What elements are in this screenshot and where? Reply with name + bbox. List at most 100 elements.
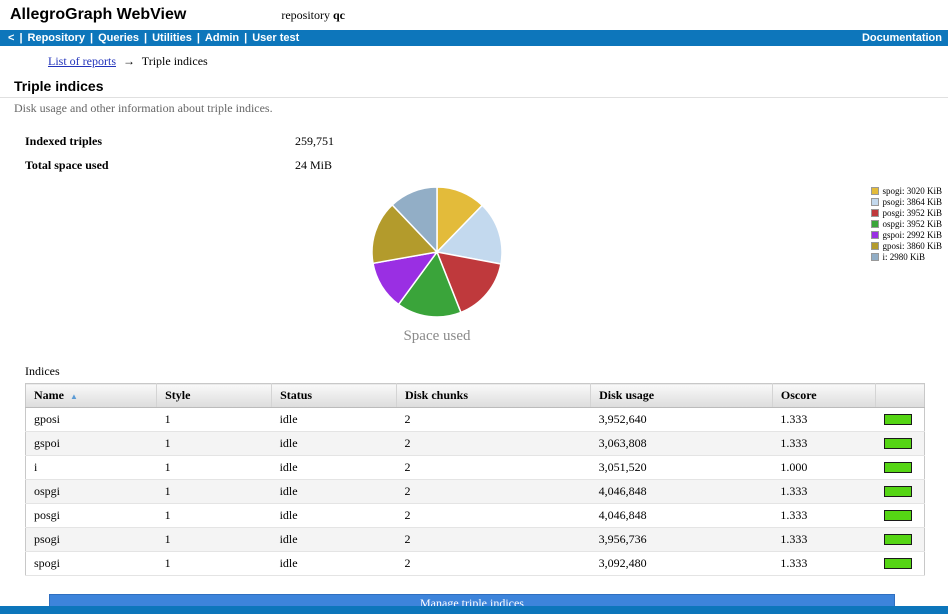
- usage-bar-indicator: [884, 510, 912, 521]
- cell-style: 1: [157, 456, 272, 480]
- indices-section-label: Indices: [25, 364, 948, 379]
- cell-disk_chunks: 2: [396, 432, 590, 456]
- stat-indexed-triples: Indexed triples 259,751: [25, 134, 948, 149]
- cell-status: idle: [272, 432, 397, 456]
- legend-label: gposi: 3860 KiB: [882, 241, 942, 251]
- cell-name: psogi: [26, 528, 157, 552]
- cell-usage-bar: [876, 408, 925, 432]
- cell-status: idle: [272, 552, 397, 576]
- column-header-bar[interactable]: [876, 384, 925, 408]
- cell-name: spogi: [26, 552, 157, 576]
- cell-status: idle: [272, 480, 397, 504]
- nav-item-utilities[interactable]: Utilities: [150, 32, 194, 44]
- cell-disk_usage: 3,063,808: [591, 432, 773, 456]
- column-header-status[interactable]: Status: [272, 384, 397, 408]
- legend-item-i: i: 2980 KiB: [871, 252, 942, 262]
- chart-legend: spogi: 3020 KiBpsogi: 3864 KiBposgi: 395…: [871, 186, 942, 263]
- nav-items: |Repository|Queries|Utilities|Admin|User…: [16, 32, 301, 44]
- stat-total-space-used: Total space used 24 MiB: [25, 158, 948, 173]
- top-bar: AllegroGraph WebView repository qc: [0, 0, 948, 30]
- cell-name: posgi: [26, 504, 157, 528]
- legend-label: spogi: 3020 KiB: [882, 186, 942, 196]
- nav-separator: |: [16, 32, 25, 44]
- legend-item-spogi: spogi: 3020 KiB: [871, 186, 942, 196]
- column-header-oscore[interactable]: Oscore: [772, 384, 876, 408]
- table-row-psogi: psogi1idle23,956,7361.333: [26, 528, 925, 552]
- cell-style: 1: [157, 504, 272, 528]
- page-subtitle: Disk usage and other information about t…: [14, 101, 948, 116]
- sort-asc-icon: ▲: [70, 392, 78, 401]
- table-body: gposi1idle23,952,6401.333gspoi1idle23,06…: [26, 408, 925, 576]
- usage-bar-indicator: [884, 534, 912, 545]
- cell-usage-bar: [876, 480, 925, 504]
- summary-stats: Indexed triples 259,751 Total space used…: [25, 134, 948, 173]
- nav-item-repository[interactable]: Repository: [26, 32, 87, 44]
- cell-oscore: 1.333: [772, 480, 876, 504]
- cell-disk_chunks: 2: [396, 480, 590, 504]
- column-header-name[interactable]: Name▲: [26, 384, 157, 408]
- cell-style: 1: [157, 408, 272, 432]
- table-row-gspoi: gspoi1idle23,063,8081.333: [26, 432, 925, 456]
- breadcrumb: List of reports → Triple indices: [48, 54, 948, 69]
- nav-item-user-test[interactable]: User test: [250, 32, 301, 44]
- legend-item-gposi: gposi: 3860 KiB: [871, 241, 942, 251]
- cell-oscore: 1.333: [772, 408, 876, 432]
- cell-usage-bar: [876, 456, 925, 480]
- legend-item-psogi: psogi: 3864 KiB: [871, 197, 942, 207]
- indices-table: Name▲StyleStatusDisk chunksDisk usageOsc…: [25, 383, 925, 576]
- stat-value: 259,751: [295, 134, 334, 148]
- table-row-ospgi: ospgi1idle24,046,8481.333: [26, 480, 925, 504]
- repository-label: repository: [281, 8, 330, 22]
- cell-style: 1: [157, 528, 272, 552]
- cell-disk_chunks: 2: [396, 408, 590, 432]
- cell-status: idle: [272, 504, 397, 528]
- legend-color-chip: [871, 231, 879, 239]
- nav-separator: |: [241, 32, 250, 44]
- nav-separator: |: [141, 32, 150, 44]
- app-title: AllegroGraph WebView: [10, 6, 186, 24]
- usage-bar-indicator: [884, 414, 912, 425]
- stat-label: Indexed triples: [25, 134, 292, 149]
- column-header-style[interactable]: Style: [157, 384, 272, 408]
- nav-separator: |: [87, 32, 96, 44]
- table-row-i: i1idle23,051,5201.000: [26, 456, 925, 480]
- nav-item-admin[interactable]: Admin: [203, 32, 241, 44]
- main-nav: < |Repository|Queries|Utilities|Admin|Us…: [0, 30, 948, 46]
- legend-label: i: 2980 KiB: [882, 252, 925, 262]
- page-title: Triple indices: [14, 78, 948, 94]
- cell-name: gposi: [26, 408, 157, 432]
- legend-label: posgi: 3952 KiB: [882, 208, 942, 218]
- cell-oscore: 1.333: [772, 528, 876, 552]
- cell-usage-bar: [876, 432, 925, 456]
- cell-disk_usage: 3,051,520: [591, 456, 773, 480]
- back-chevron-icon[interactable]: <: [6, 32, 16, 44]
- usage-bar-indicator: [884, 486, 912, 497]
- pie-chart: [367, 182, 507, 322]
- cell-oscore: 1.333: [772, 552, 876, 576]
- legend-color-chip: [871, 209, 879, 217]
- cell-disk_chunks: 2: [396, 456, 590, 480]
- cell-disk_usage: 3,956,736: [591, 528, 773, 552]
- stat-value: 24 MiB: [295, 158, 332, 172]
- legend-item-gspoi: gspoi: 2992 KiB: [871, 230, 942, 240]
- cell-disk_chunks: 2: [396, 528, 590, 552]
- breadcrumb-link-list-of-reports[interactable]: List of reports: [48, 54, 116, 68]
- stat-label: Total space used: [25, 158, 292, 173]
- cell-oscore: 1.333: [772, 504, 876, 528]
- column-header-disk-usage[interactable]: Disk usage: [591, 384, 773, 408]
- legend-label: gspoi: 2992 KiB: [882, 230, 942, 240]
- cell-disk_usage: 4,046,848: [591, 504, 773, 528]
- breadcrumb-current: Triple indices: [142, 54, 208, 68]
- space-used-chart: Space used spogi: 3020 KiBpsogi: 3864 Ki…: [0, 182, 948, 360]
- cell-usage-bar: [876, 528, 925, 552]
- cell-usage-bar: [876, 504, 925, 528]
- cell-status: idle: [272, 528, 397, 552]
- usage-bar-indicator: [884, 462, 912, 473]
- nav-item-documentation[interactable]: Documentation: [862, 32, 942, 44]
- cell-usage-bar: [876, 552, 925, 576]
- column-header-disk-chunks[interactable]: Disk chunks: [396, 384, 590, 408]
- legend-color-chip: [871, 220, 879, 228]
- table-header-row: Name▲StyleStatusDisk chunksDisk usageOsc…: [26, 384, 925, 408]
- nav-item-queries[interactable]: Queries: [96, 32, 141, 44]
- cell-disk_usage: 3,952,640: [591, 408, 773, 432]
